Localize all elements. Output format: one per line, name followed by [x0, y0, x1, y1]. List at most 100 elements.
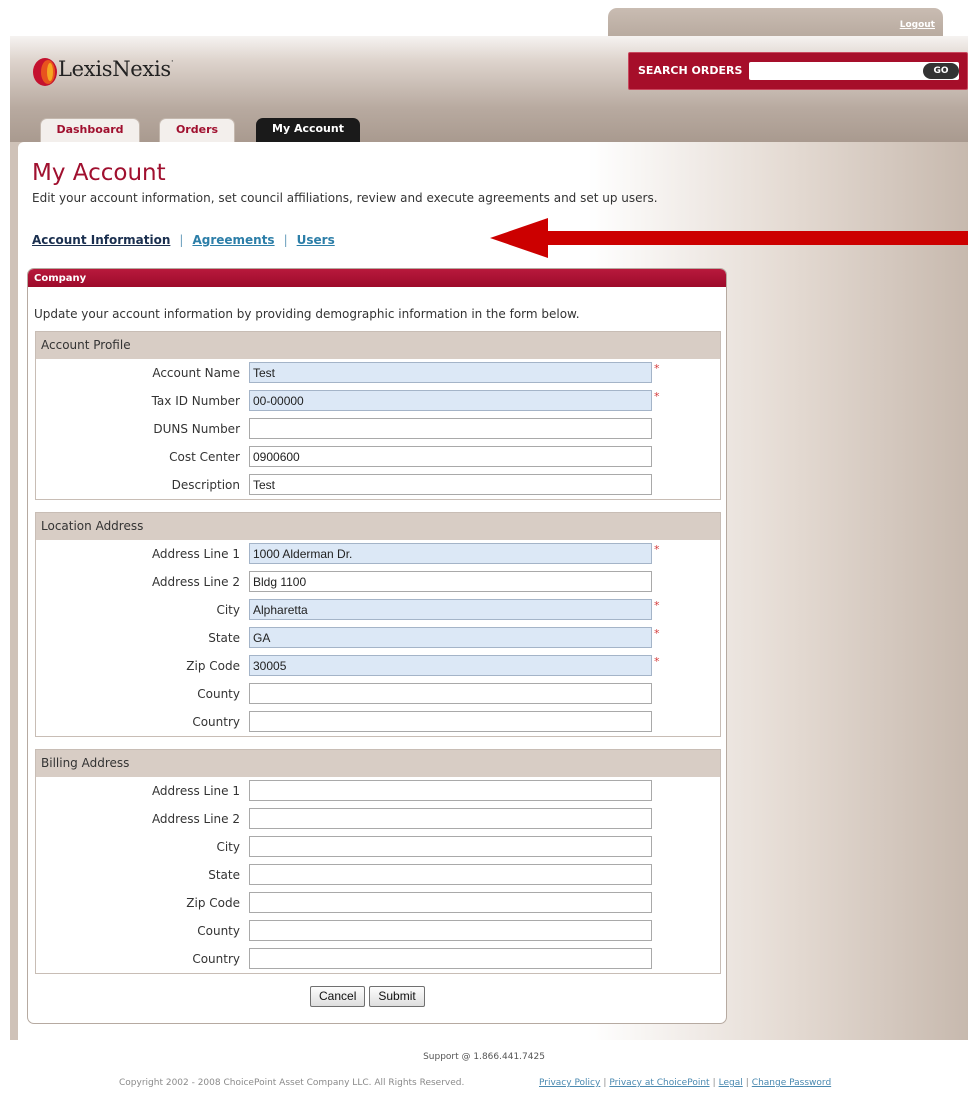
footer-separator: |	[603, 1078, 607, 1088]
tax-id-input[interactable]	[249, 390, 652, 411]
form-row: Account Name *	[36, 359, 720, 387]
field-label: Account Name	[152, 366, 240, 380]
copyright-text: Copyright 2002 - 2008 ChoicePoint Asset …	[119, 1078, 465, 1088]
form-row: County	[36, 917, 720, 945]
location-state-input[interactable]	[249, 627, 652, 648]
field-label: Address Line 1	[151, 784, 240, 798]
field-label: Address Line 1	[151, 547, 240, 561]
subnav-separator: |	[179, 233, 184, 247]
section-location-address: Location Address Address Line 1 * Address…	[35, 512, 721, 737]
tab-my-account[interactable]: My Account	[256, 118, 360, 144]
billing-city-input[interactable]	[249, 836, 652, 857]
location-address-line1-input[interactable]	[249, 543, 652, 564]
search-orders-label: SEARCH ORDERS	[638, 64, 743, 77]
description-input[interactable]	[249, 474, 652, 495]
form-row: Description	[36, 471, 720, 499]
subnav-agreements[interactable]: Agreements	[192, 233, 274, 247]
field-label: Zip Code	[186, 896, 240, 910]
go-button[interactable]: GO	[923, 63, 959, 79]
subnav-account-information[interactable]: Account Information	[32, 233, 170, 247]
location-address-line2-input[interactable]	[249, 571, 652, 592]
subnav-users[interactable]: Users	[297, 233, 335, 247]
location-zip-input[interactable]	[249, 655, 652, 676]
nav-tab-bar: Dashboard Orders My Account	[10, 108, 968, 144]
field-label: Country	[192, 952, 240, 966]
field-label: Address Line 2	[151, 812, 240, 826]
form-row: Tax ID Number *	[36, 387, 720, 415]
lexisnexis-swoosh-icon	[33, 58, 57, 86]
field-label: City	[216, 603, 240, 617]
cost-center-input[interactable]	[249, 446, 652, 467]
form-row: Address Line 1	[36, 777, 720, 805]
field-label: Zip Code	[186, 659, 240, 673]
form-row: Cost Center	[36, 443, 720, 471]
logout-link[interactable]: Logout	[900, 20, 935, 30]
form-row: Address Line 2	[36, 805, 720, 833]
location-county-input[interactable]	[249, 683, 652, 704]
required-marker: *	[654, 362, 660, 375]
company-panel-title: Company	[28, 269, 726, 287]
page-description: Edit your account information, set counc…	[32, 191, 658, 205]
cancel-button[interactable]: Cancel	[310, 986, 366, 1007]
form-row: Zip Code	[36, 889, 720, 917]
field-label: State	[208, 868, 240, 882]
field-label: Cost Center	[169, 450, 240, 464]
account-subnav: Account Information | Agreements | Users	[32, 233, 335, 247]
form-row: Zip Code *	[36, 652, 720, 680]
required-marker: *	[654, 599, 660, 612]
billing-county-input[interactable]	[249, 920, 652, 941]
form-buttons: Cancel Submit	[310, 985, 429, 1007]
billing-address-line1-input[interactable]	[249, 780, 652, 801]
panel-intro: Update your account information by provi…	[34, 307, 580, 321]
account-name-input[interactable]	[249, 362, 652, 383]
lexisnexis-logo[interactable]: LexisNexis·	[28, 53, 188, 91]
form-row: Country	[36, 708, 720, 736]
form-row: City *	[36, 596, 720, 624]
section-title: Location Address	[36, 513, 720, 540]
legal-link[interactable]: Legal	[719, 1078, 743, 1088]
billing-zip-input[interactable]	[249, 892, 652, 913]
support-phone: Support @ 1.866.441.7425	[423, 1052, 545, 1062]
privacy-policy-link[interactable]: Privacy Policy	[539, 1078, 600, 1088]
change-password-link[interactable]: Change Password	[752, 1078, 831, 1088]
field-label: Tax ID Number	[151, 394, 240, 408]
company-panel: Company Update your account information …	[27, 268, 727, 1024]
form-row: Address Line 2	[36, 568, 720, 596]
field-label: County	[197, 687, 240, 701]
field-label: DUNS Number	[153, 422, 240, 436]
field-label: City	[216, 840, 240, 854]
form-row: DUNS Number	[36, 415, 720, 443]
section-account-profile: Account Profile Account Name * Tax ID Num…	[35, 331, 721, 500]
form-row: Address Line 1 *	[36, 540, 720, 568]
red-arrow-icon	[490, 218, 968, 258]
location-city-input[interactable]	[249, 599, 652, 620]
field-label: Country	[192, 715, 240, 729]
form-row: State	[36, 861, 720, 889]
required-marker: *	[654, 390, 660, 403]
billing-country-input[interactable]	[249, 948, 652, 969]
submit-button[interactable]: Submit	[369, 986, 425, 1007]
form-row: State *	[36, 624, 720, 652]
location-country-input[interactable]	[249, 711, 652, 732]
tab-dashboard[interactable]: Dashboard	[40, 118, 140, 144]
footer-separator: |	[712, 1078, 716, 1088]
privacy-at-choicepoint-link[interactable]: Privacy at ChoicePoint	[609, 1078, 709, 1088]
field-label: State	[208, 631, 240, 645]
form-row: Country	[36, 945, 720, 973]
subnav-separator: |	[283, 233, 288, 247]
footer-separator: |	[745, 1078, 749, 1088]
duns-number-input[interactable]	[249, 418, 652, 439]
billing-address-line2-input[interactable]	[249, 808, 652, 829]
billing-state-input[interactable]	[249, 864, 652, 885]
field-label: Address Line 2	[151, 575, 240, 589]
required-marker: *	[654, 627, 660, 640]
footer-links: Privacy Policy | Privacy at ChoicePoint | Le…	[539, 1078, 831, 1088]
required-marker: *	[654, 543, 660, 556]
section-billing-address: Billing Address Address Line 1 Address L…	[35, 749, 721, 974]
required-marker: *	[654, 655, 660, 668]
section-title: Billing Address	[36, 750, 720, 777]
search-orders-box: SEARCH ORDERS GO	[628, 52, 968, 90]
section-title: Account Profile	[36, 332, 720, 359]
form-row: City	[36, 833, 720, 861]
tab-orders[interactable]: Orders	[159, 118, 235, 144]
